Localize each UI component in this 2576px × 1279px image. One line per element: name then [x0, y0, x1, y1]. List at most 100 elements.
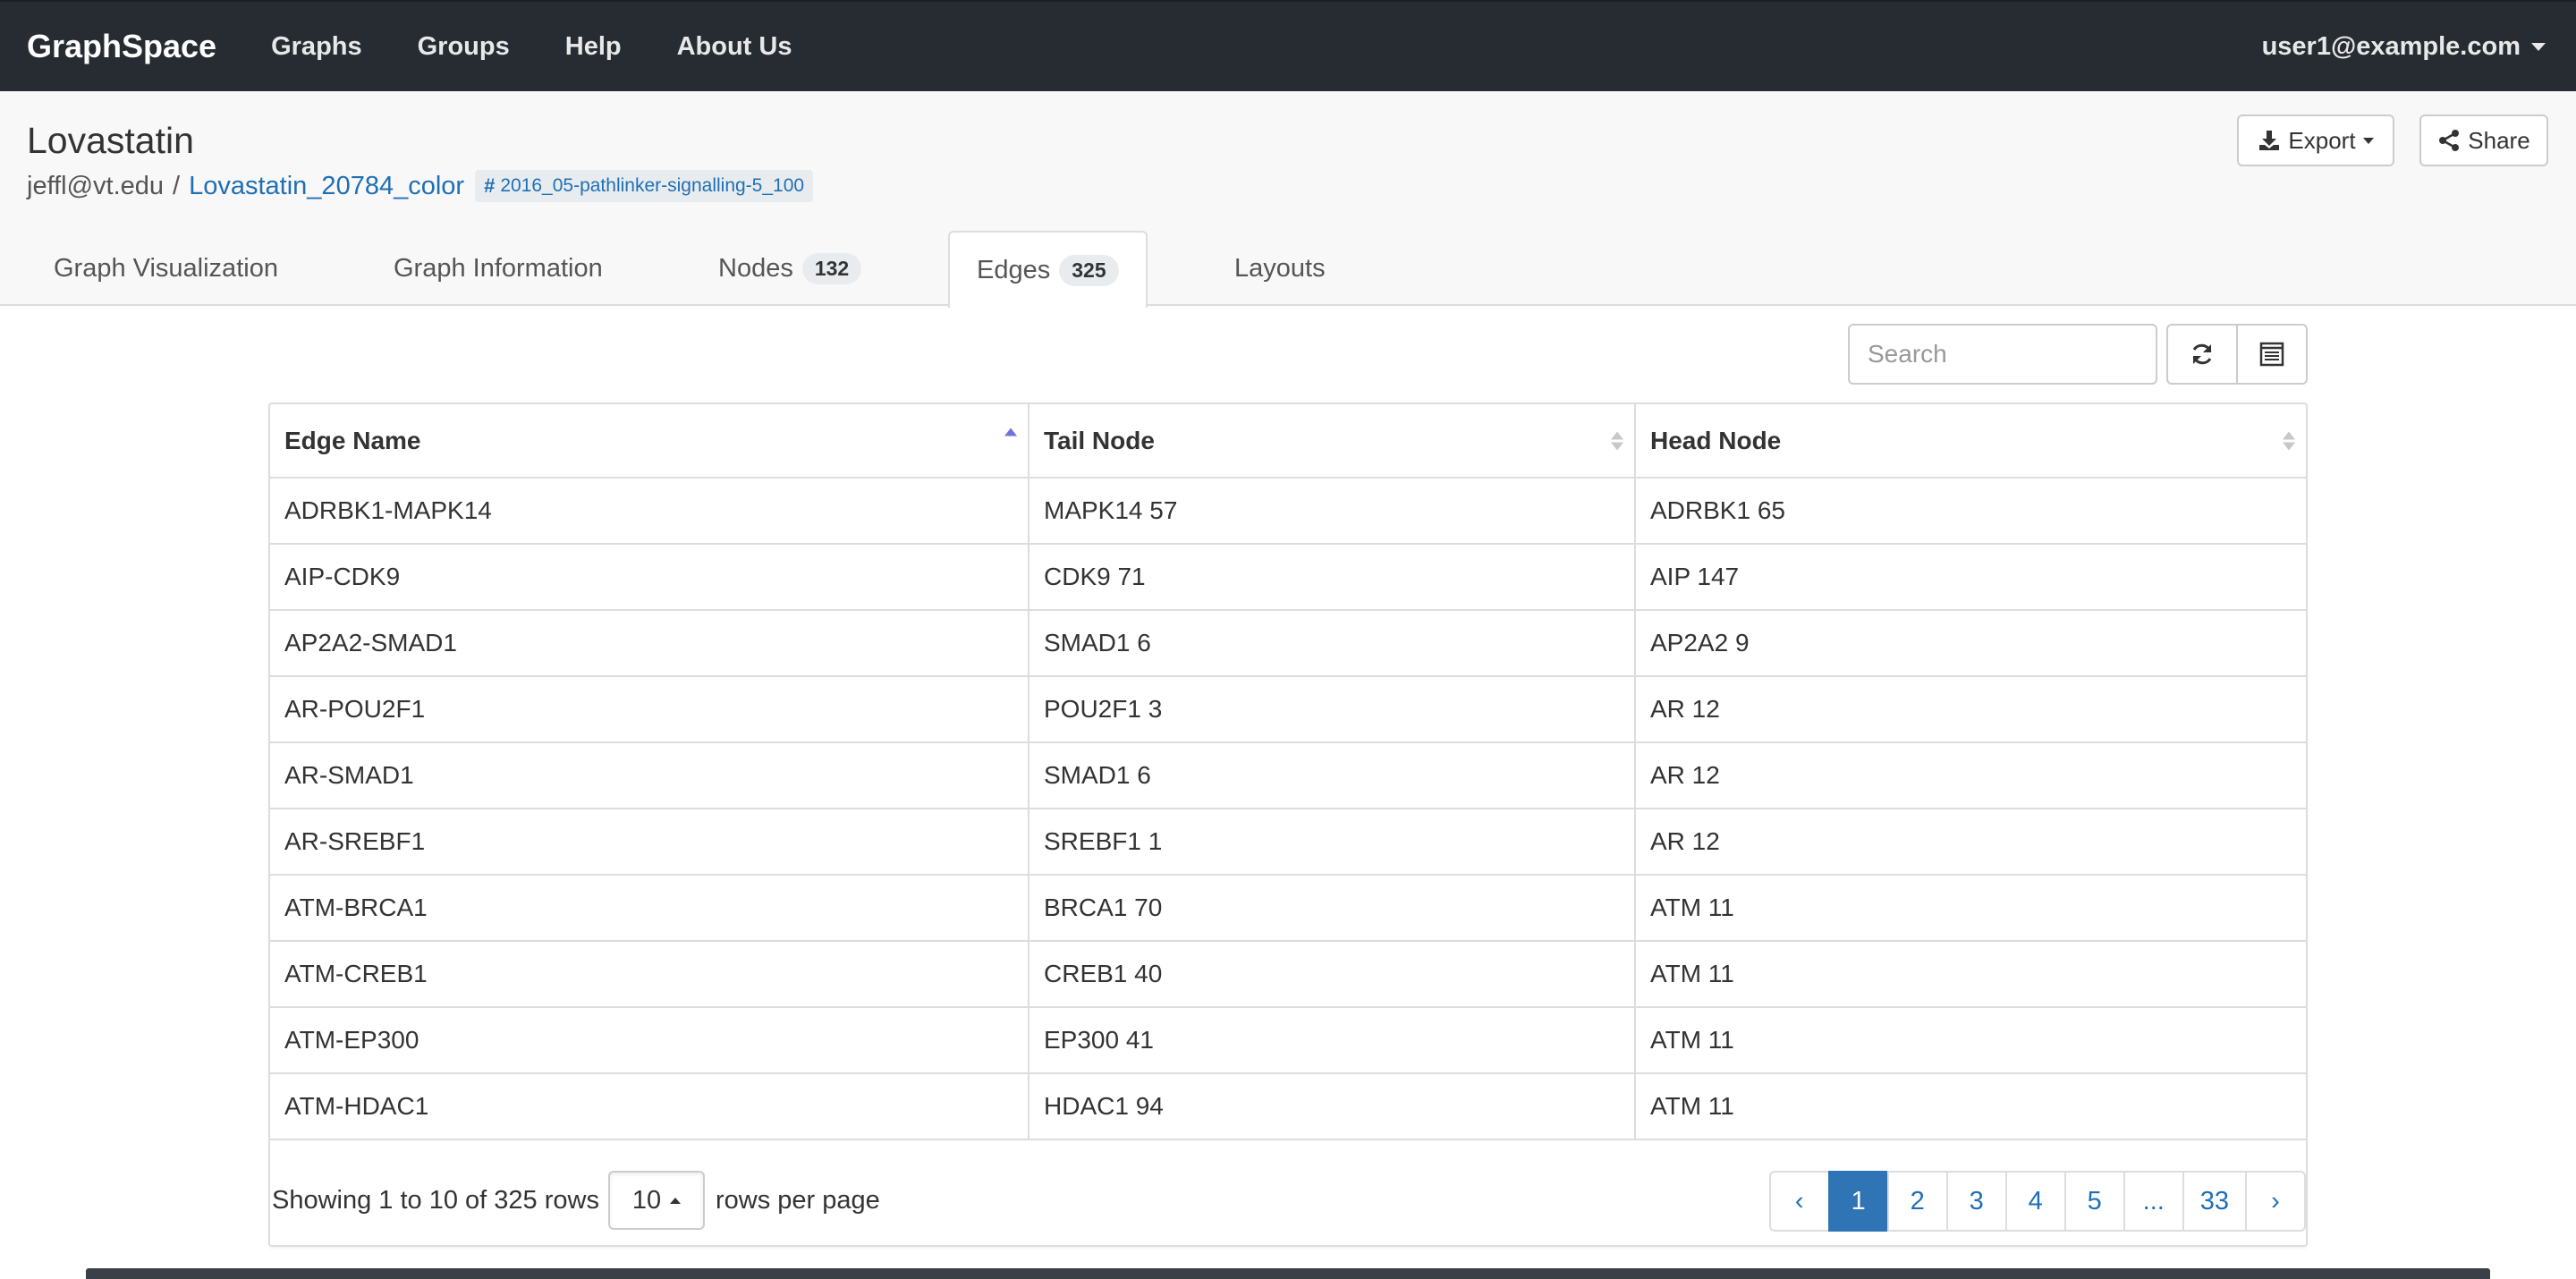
- tail-node-cell: MAPK14 57: [1029, 478, 1636, 545]
- nav-link-graphs[interactable]: Graphs: [271, 32, 362, 62]
- column-header-edge-name[interactable]: Edge Name: [270, 404, 1030, 479]
- tail-node-cell: EP300 41: [1029, 1007, 1636, 1074]
- edge-name-cell: AIP-CDK9: [270, 544, 1030, 611]
- head-node-cell: ATM 11: [1635, 941, 2306, 1008]
- nav-link-about-us[interactable]: About Us: [677, 32, 792, 62]
- edge-name-cell: ADRBK1-MAPK14: [270, 478, 1030, 545]
- page-prev-button[interactable]: ‹: [1768, 1171, 1830, 1232]
- tab-label: Nodes: [718, 253, 793, 283]
- page-button-33[interactable]: 33: [2182, 1171, 2247, 1232]
- tab-nodes[interactable]: Nodes 132: [691, 231, 888, 306]
- caret-up-icon: [670, 1197, 682, 1204]
- edge-name-cell: AR-SREBF1: [270, 809, 1030, 876]
- window-bottom-edge: [86, 1268, 2490, 1279]
- head-node-cell: AR 12: [1635, 742, 2306, 809]
- refresh-button[interactable]: [2166, 324, 2238, 385]
- head-node-cell: AR 12: [1635, 676, 2306, 743]
- page-button-4[interactable]: 4: [2004, 1171, 2066, 1232]
- edges-table-panel: Edge Name Tail Node Head Node ADRBK1-MAP…: [268, 402, 2308, 1247]
- sort-ascending-icon: [1004, 428, 1017, 436]
- graph-name-link[interactable]: Lovastatin_20784_color: [189, 172, 464, 201]
- tail-node-cell: SMAD1 6: [1029, 610, 1636, 677]
- head-node-cell: ATM 11: [1635, 1073, 2306, 1140]
- pagination: ‹ 1 2 3 4 5 ... 33 ›: [1768, 1171, 2306, 1232]
- table-body: ADRBK1-MAPK14 MAPK14 57 ADRBK1 65 AIP-CD…: [270, 478, 2306, 1140]
- head-node-cell: AIP 147: [1635, 544, 2306, 611]
- owner-email: jeffl@vt.edu: [27, 171, 165, 200]
- page-button-5[interactable]: 5: [2063, 1171, 2125, 1232]
- tail-node-cell: CDK9 71: [1029, 544, 1636, 611]
- edge-name-cell: ATM-CREB1: [270, 941, 1030, 1008]
- page-ellipsis[interactable]: ...: [2123, 1171, 2184, 1232]
- count-badge: 132: [801, 252, 862, 284]
- list-icon: [2259, 342, 2284, 367]
- tail-node-cell: CREB1 40: [1029, 941, 1636, 1008]
- table-row[interactable]: ATM-EP300 EP300 41 ATM 11: [270, 1007, 2306, 1074]
- caret-down-icon: [2362, 137, 2374, 144]
- tab-edges[interactable]: Edges 325: [948, 231, 1148, 308]
- page-title: Lovastatin: [27, 120, 194, 161]
- page-size-value: 10: [631, 1185, 662, 1215]
- page-button-3[interactable]: 3: [1945, 1171, 2007, 1232]
- share-button[interactable]: Share: [2419, 114, 2548, 166]
- user-email: user1@example.com: [2261, 31, 2521, 61]
- tail-node-cell: POU2F1 3: [1029, 676, 1636, 743]
- table-header-row: Edge Name Tail Node Head Node: [270, 404, 2306, 479]
- table-row[interactable]: ATM-CREB1 CREB1 40 ATM 11: [270, 941, 2306, 1008]
- head-node-cell: ATM 11: [1635, 1007, 2306, 1074]
- tail-node-cell: SMAD1 6: [1029, 742, 1636, 809]
- rows-summary: Showing 1 to 10 of 325 rows: [272, 1185, 599, 1215]
- breadcrumb: jeffl@vt.edu / Lovastatin_20784_color # …: [27, 170, 814, 202]
- share-label: Share: [2468, 126, 2530, 154]
- breadcrumb-separator: /: [173, 171, 181, 200]
- edges-table: Edge Name Tail Node Head Node ADRBK1-MAP…: [270, 404, 2306, 1140]
- head-node-cell: AP2A2 9: [1635, 610, 2306, 677]
- edge-name-cell: ATM-HDAC1: [270, 1073, 1030, 1140]
- sort-icon: [2283, 431, 2295, 450]
- export-button[interactable]: Export: [2237, 114, 2394, 166]
- tab-layouts[interactable]: Layouts: [1208, 231, 1352, 306]
- table-row[interactable]: ATM-BRCA1 BRCA1 70 ATM 11: [270, 875, 2306, 942]
- brand-logo[interactable]: GraphSpace: [27, 28, 216, 65]
- rows-per-page-label: rows per page: [715, 1185, 880, 1215]
- nav-link-help[interactable]: Help: [565, 32, 622, 62]
- column-header-tail-node[interactable]: Tail Node: [1029, 404, 1636, 479]
- tab-label: Layouts: [1234, 253, 1326, 283]
- tab-graph-information[interactable]: Graph Information: [367, 231, 630, 306]
- table-row[interactable]: AIP-CDK9 CDK9 71 AIP 147: [270, 544, 2306, 611]
- tab-label: Graph Information: [394, 253, 603, 283]
- page-size-select[interactable]: 10: [607, 1171, 705, 1230]
- search-input[interactable]: [1848, 324, 2157, 385]
- export-label: Export: [2288, 126, 2356, 154]
- table-row[interactable]: AP2A2-SMAD1 SMAD1 6 AP2A2 9: [270, 610, 2306, 677]
- table-row[interactable]: AR-SREBF1 SREBF1 1 AR 12: [270, 809, 2306, 876]
- table-row[interactable]: ADRBK1-MAPK14 MAPK14 57 ADRBK1 65: [270, 478, 2306, 545]
- page-button-1[interactable]: 1: [1827, 1171, 1889, 1232]
- toggle-columns-button[interactable]: [2236, 324, 2308, 385]
- table-row[interactable]: AR-SMAD1 SMAD1 6 AR 12: [270, 742, 2306, 809]
- tail-node-cell: BRCA1 70: [1029, 875, 1636, 942]
- top-navbar: GraphSpace Graphs Groups Help About Us u…: [0, 0, 2576, 91]
- table-row[interactable]: ATM-HDAC1 HDAC1 94 ATM 11: [270, 1073, 2306, 1140]
- nav-link-groups[interactable]: Groups: [418, 32, 510, 62]
- table-footer: Showing 1 to 10 of 325 rows 10 rows per …: [270, 1156, 2306, 1245]
- tab-graph-visualization[interactable]: Graph Visualization: [27, 231, 305, 306]
- download-icon: [2259, 131, 2280, 150]
- page-button-2[interactable]: 2: [1886, 1171, 1948, 1232]
- tail-node-cell: HDAC1 94: [1029, 1073, 1636, 1140]
- sort-icon: [1611, 431, 1623, 450]
- edge-name-cell: AP2A2-SMAD1: [270, 610, 1030, 677]
- hash-icon: #: [484, 174, 496, 197]
- head-node-cell: ADRBK1 65: [1635, 478, 2306, 545]
- table-row[interactable]: AR-POU2F1 POU2F1 3 AR 12: [270, 676, 2306, 743]
- edge-name-cell: AR-POU2F1: [270, 676, 1030, 743]
- user-menu[interactable]: user1@example.com: [2262, 2, 2546, 91]
- column-header-head-node[interactable]: Head Node: [1635, 404, 2306, 479]
- edge-name-cell: ATM-EP300: [270, 1007, 1030, 1074]
- caret-down-icon: [2531, 42, 2546, 51]
- page-next-button[interactable]: ›: [2245, 1171, 2306, 1232]
- tab-label: Edges: [977, 255, 1051, 284]
- edge-name-cell: ATM-BRCA1: [270, 875, 1030, 942]
- graph-tag[interactable]: # 2016_05-pathlinker-signalling-5_100: [475, 170, 814, 202]
- graph-tag-label: 2016_05-pathlinker-signalling-5_100: [500, 175, 805, 196]
